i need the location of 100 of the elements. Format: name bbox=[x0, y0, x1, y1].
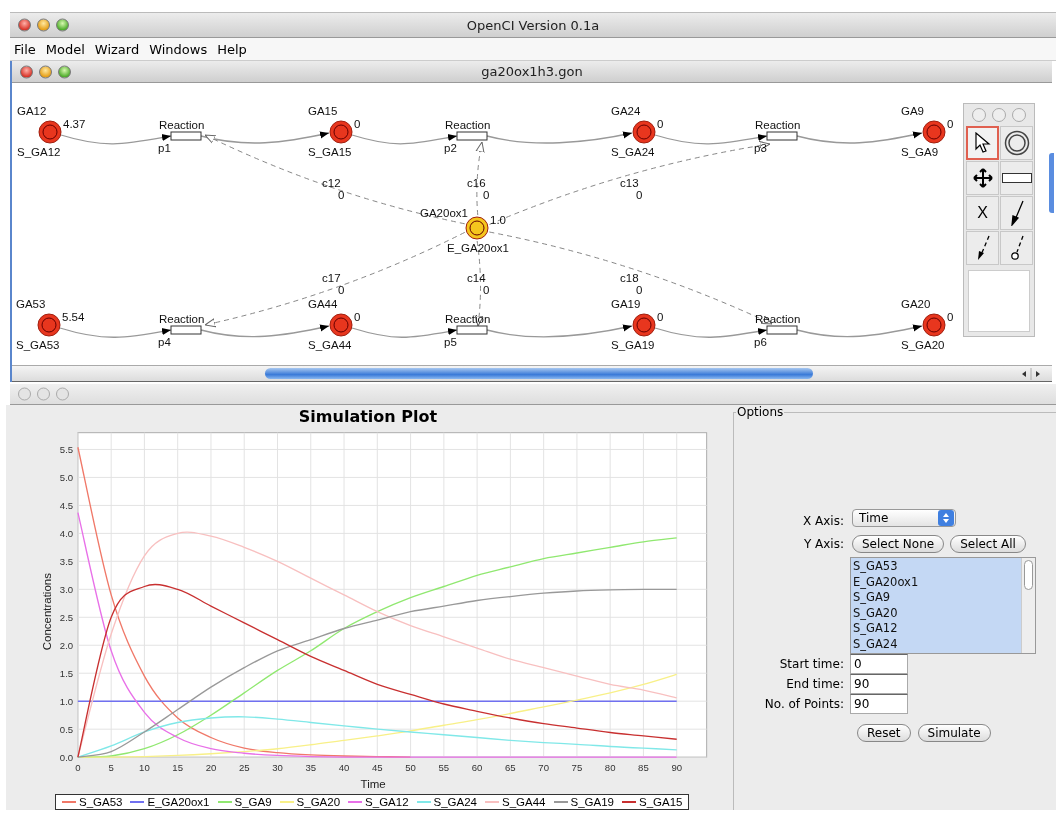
tool-button[interactable]: X bbox=[966, 196, 999, 230]
zoom-button[interactable] bbox=[56, 18, 69, 32]
scrollbar-thumb[interactable] bbox=[1049, 153, 1054, 213]
reaction-label: Reaction bbox=[755, 313, 801, 325]
species-node[interactable] bbox=[922, 313, 946, 337]
y-tick-label: 2.5 bbox=[59, 612, 74, 624]
reaction-name: p6 bbox=[754, 336, 767, 348]
scrollbar-thumb[interactable] bbox=[265, 368, 813, 379]
arc-label: c18 bbox=[620, 272, 639, 284]
zoom-button[interactable] bbox=[58, 65, 71, 78]
node-label: GA20ox1 bbox=[420, 207, 468, 219]
reaction-name: p1 bbox=[158, 142, 171, 154]
node-id: S_GA53 bbox=[16, 339, 60, 351]
species-node[interactable] bbox=[329, 313, 353, 337]
input-field[interactable]: 90 bbox=[850, 674, 908, 694]
reaction-label: Reaction bbox=[445, 119, 491, 131]
arc-weight: 0 bbox=[338, 284, 345, 296]
x-tick-label: 5 bbox=[108, 761, 114, 773]
menu-item[interactable]: Model bbox=[45, 41, 85, 57]
input-field[interactable]: 0 bbox=[850, 654, 908, 674]
legend-label: E_GA20ox1 bbox=[147, 795, 210, 808]
y-tick-label: 5.5 bbox=[59, 444, 74, 456]
select-button[interactable]: Select All bbox=[950, 535, 1026, 553]
input-field[interactable]: 90 bbox=[850, 694, 908, 714]
y-tick-label: 4.5 bbox=[59, 500, 74, 512]
list-scrollbar[interactable] bbox=[1021, 558, 1035, 653]
action-button[interactable]: Reset bbox=[857, 724, 911, 742]
reaction-bar[interactable] bbox=[456, 325, 488, 335]
node-label: GA44 bbox=[308, 298, 338, 310]
species-node[interactable] bbox=[632, 313, 656, 337]
tool-button[interactable] bbox=[1000, 231, 1033, 265]
legend-label: S_GA20 bbox=[296, 795, 341, 808]
x-tick-label: 15 bbox=[172, 761, 183, 773]
tool-button[interactable] bbox=[966, 231, 999, 265]
tool-button[interactable] bbox=[966, 126, 999, 160]
x-tick-label: 75 bbox=[571, 761, 583, 773]
reaction-bar[interactable] bbox=[170, 131, 202, 141]
x-tick-label: 45 bbox=[372, 761, 383, 773]
menu-item[interactable]: Help bbox=[217, 41, 247, 57]
x-tick-label: 60 bbox=[471, 761, 483, 773]
species-node[interactable] bbox=[632, 120, 656, 144]
close-button[interactable] bbox=[20, 65, 33, 78]
node-value: 0 bbox=[354, 118, 361, 130]
x-tick-label: 50 bbox=[405, 761, 416, 773]
tool-button[interactable] bbox=[1000, 126, 1033, 160]
reaction-bar[interactable] bbox=[766, 325, 798, 335]
arc-weight: 0 bbox=[483, 284, 490, 296]
reaction-name: p5 bbox=[444, 336, 457, 348]
y-tick-label: 3.0 bbox=[59, 584, 74, 596]
node-id: S_GA12 bbox=[17, 146, 61, 158]
minimize-button[interactable] bbox=[39, 65, 52, 78]
tool-button[interactable] bbox=[1000, 161, 1033, 195]
node-id: S_GA20 bbox=[901, 339, 945, 351]
minimize-button[interactable] bbox=[37, 18, 50, 32]
y-tick-label: 0.5 bbox=[59, 724, 74, 736]
node-id: E_GA20ox1 bbox=[447, 242, 509, 254]
node-label: GA12 bbox=[17, 105, 47, 117]
x-tick-label: 80 bbox=[604, 761, 616, 773]
node-value: 1.0 bbox=[490, 214, 506, 226]
select-button[interactable]: Select None bbox=[852, 535, 945, 553]
arc-label: c14 bbox=[467, 272, 486, 284]
arc-weight: 0 bbox=[483, 189, 490, 201]
node-value: 4.37 bbox=[63, 118, 86, 130]
species-node[interactable] bbox=[465, 216, 489, 240]
node-id: S_GA19 bbox=[611, 339, 655, 351]
y-tick-label: 1.5 bbox=[59, 668, 74, 680]
move-icon bbox=[972, 168, 993, 188]
y-tick-label: 0.0 bbox=[59, 752, 74, 764]
node-value: 0 bbox=[947, 311, 954, 323]
y-axis-label: Y Axis: bbox=[802, 537, 844, 551]
arc-label: c13 bbox=[620, 177, 639, 189]
x-axis-title: Time bbox=[360, 777, 386, 790]
menu-item[interactable]: Windows bbox=[149, 41, 208, 57]
y-tick-label: 5.0 bbox=[59, 472, 74, 484]
tool-button[interactable] bbox=[966, 161, 999, 195]
reaction-bar[interactable] bbox=[170, 325, 202, 335]
legend-label: S_GA12 bbox=[365, 795, 409, 808]
reaction-bar[interactable] bbox=[456, 131, 488, 141]
species-node[interactable] bbox=[37, 313, 61, 337]
y-tick-label: 2.0 bbox=[59, 640, 74, 652]
tool-button[interactable] bbox=[1000, 196, 1033, 230]
legend-label: S_GA9 bbox=[234, 795, 272, 808]
menu-item[interactable]: File bbox=[14, 41, 36, 57]
node-label: GA24 bbox=[611, 105, 641, 117]
reaction-name: p2 bbox=[444, 142, 457, 154]
reaction-bar[interactable] bbox=[766, 131, 798, 141]
node-label: GA20 bbox=[901, 298, 931, 310]
legend-label: S_GA19 bbox=[570, 795, 614, 808]
dashed-arrow-icon bbox=[975, 235, 990, 261]
horizontal-scrollbar[interactable] bbox=[12, 365, 1052, 382]
species-node[interactable] bbox=[329, 120, 353, 144]
species-node[interactable] bbox=[38, 120, 62, 144]
reaction-label: Reaction bbox=[159, 119, 205, 131]
species-node[interactable] bbox=[922, 120, 946, 144]
rectangle-icon bbox=[1001, 173, 1032, 183]
menu-item[interactable]: Wizard bbox=[94, 41, 140, 57]
action-button[interactable]: Simulate bbox=[917, 724, 991, 742]
x-axis-select[interactable]: Time bbox=[852, 509, 956, 527]
x-tick-label: 65 bbox=[505, 761, 516, 773]
close-button[interactable] bbox=[18, 18, 31, 32]
